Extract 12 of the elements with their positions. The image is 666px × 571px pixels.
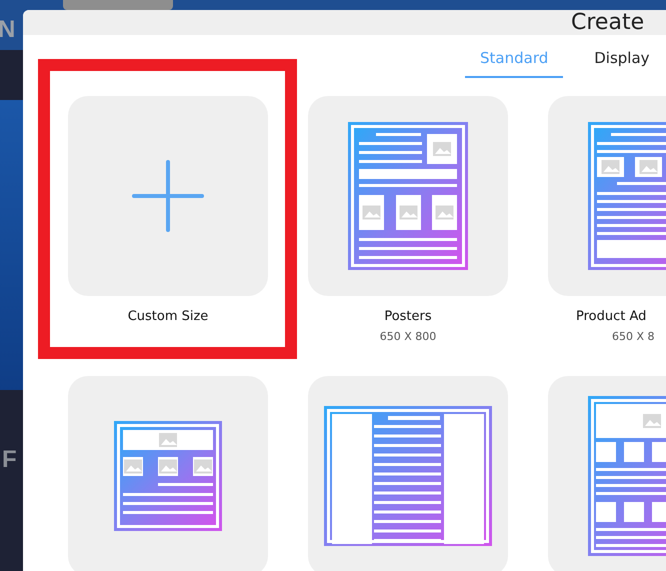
background-text: F: [2, 446, 17, 474]
plus-icon: [132, 160, 204, 232]
dialog-title: Create: [571, 10, 644, 35]
card-size: 650 X 8: [611, 330, 655, 343]
card-label: Custom Size: [128, 309, 208, 324]
template-card[interactable]: [68, 376, 268, 571]
template-card[interactable]: [308, 96, 508, 296]
card-label: Product Ad: [575, 309, 646, 324]
card-size: 650 X 800: [380, 330, 436, 343]
card-label: Posters: [384, 309, 432, 324]
template-card[interactable]: [308, 376, 508, 571]
category-tab[interactable]: Display: [579, 41, 665, 78]
